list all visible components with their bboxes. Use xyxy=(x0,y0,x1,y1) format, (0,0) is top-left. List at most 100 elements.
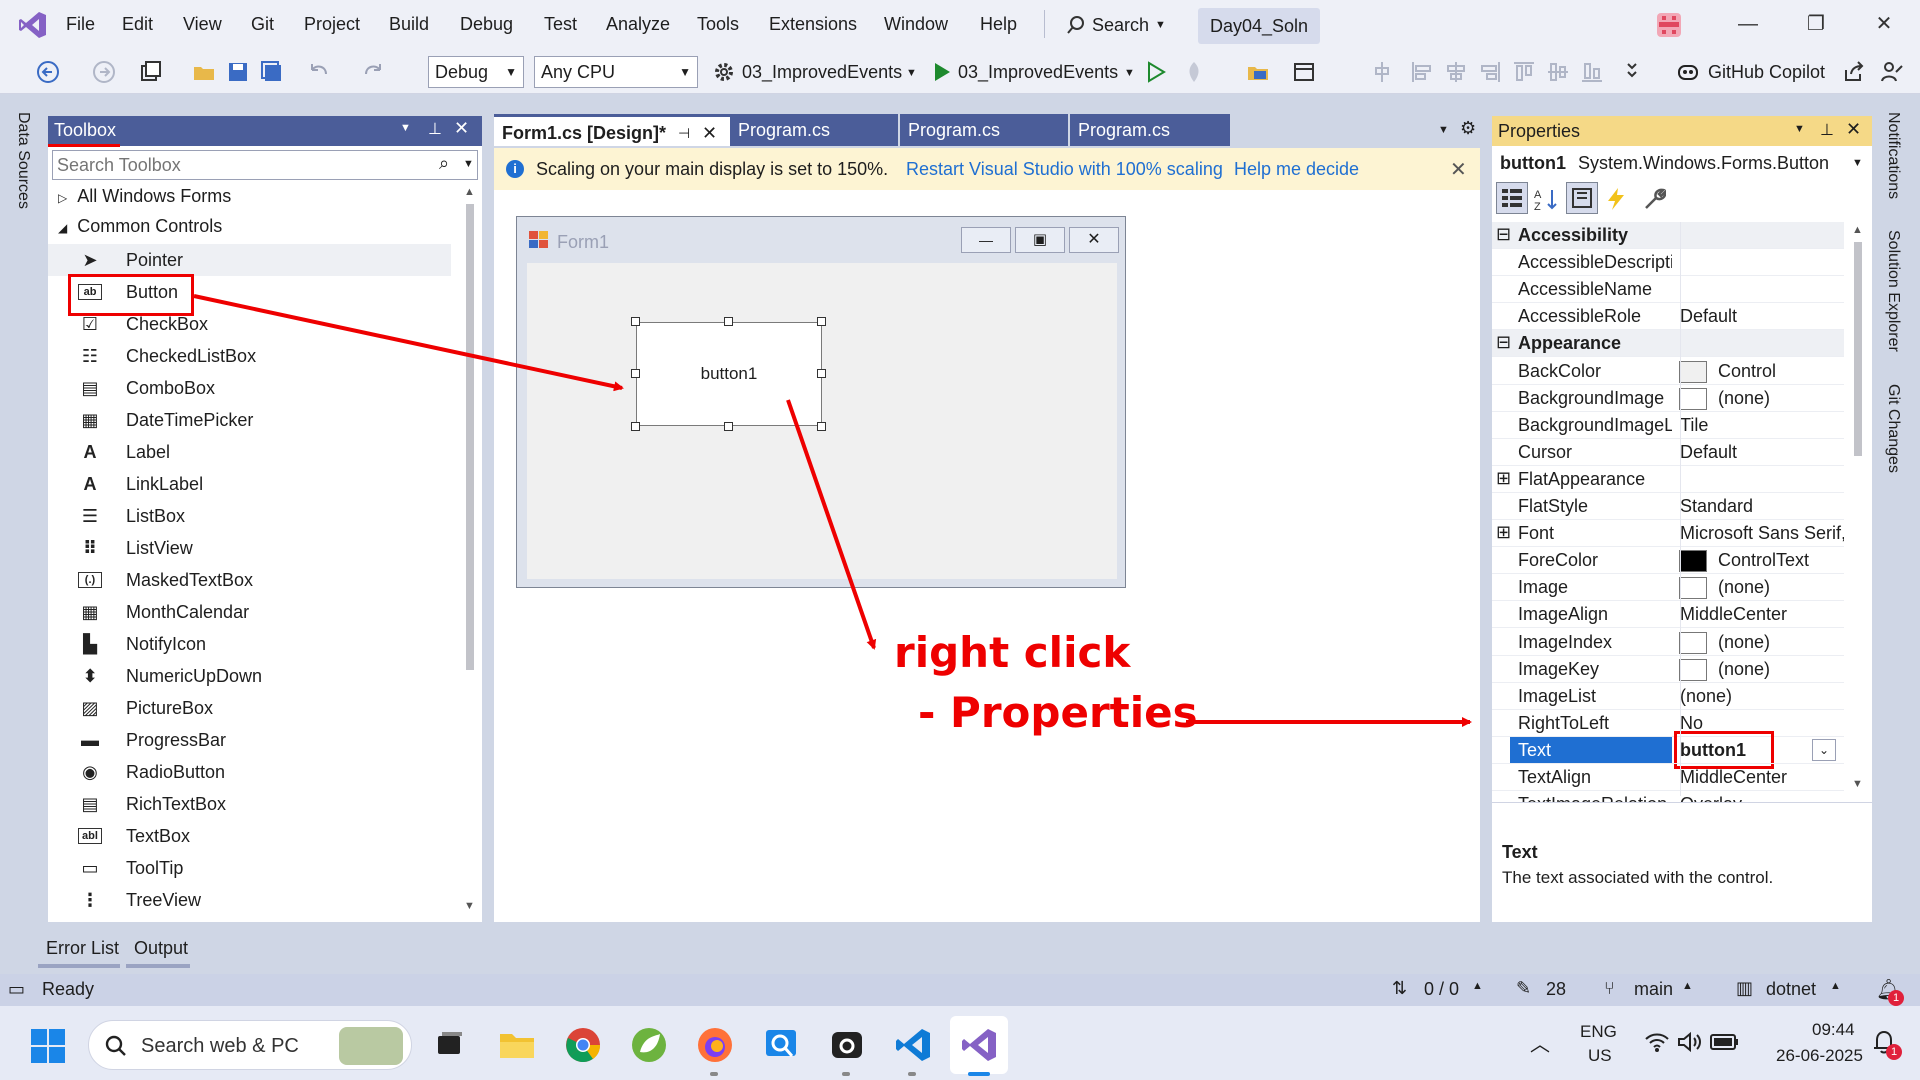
tab-list-chevron-icon[interactable]: ▼ xyxy=(1438,124,1449,136)
property-flatstyle[interactable]: FlatStyle Standard xyxy=(1492,493,1844,520)
scroll-down-icon[interactable]: ▼ xyxy=(1852,778,1863,790)
gear-icon[interactable] xyxy=(712,60,736,84)
scroll-down-icon[interactable]: ▼ xyxy=(464,900,475,912)
repo-name[interactable]: dotnet xyxy=(1766,979,1816,1000)
redo-icon[interactable] xyxy=(362,60,386,84)
notifications-tab[interactable]: Notifications xyxy=(1884,112,1902,199)
property-font[interactable]: ⊞ Font Microsoft Sans Serif, xyxy=(1492,520,1844,548)
snipping-tool-icon[interactable] xyxy=(828,1026,866,1064)
menu-git[interactable]: Git xyxy=(251,14,274,35)
events-lightning-icon[interactable] xyxy=(1604,186,1628,212)
chrome-icon[interactable] xyxy=(564,1026,602,1064)
form-minimize-icon[interactable]: — xyxy=(961,227,1011,253)
language-line1[interactable]: ENG xyxy=(1580,1022,1617,1042)
hot-reload-icon[interactable] xyxy=(1182,60,1206,84)
close-window-icon[interactable]: ✕ xyxy=(1864,8,1904,40)
back-icon[interactable] xyxy=(36,60,60,84)
property-backcolor[interactable]: BackColor Control xyxy=(1492,358,1844,385)
data-sources-tab[interactable]: Data Sources xyxy=(14,112,32,209)
clock-time[interactable]: 09:44 xyxy=(1812,1020,1855,1040)
property-accessibledescriptic[interactable]: AccessibleDescriptic xyxy=(1492,249,1844,277)
property-backgroundimagela[interactable]: BackgroundImageLa Tile xyxy=(1492,412,1844,439)
toolbox-item-linklabel[interactable]: A LinkLabel xyxy=(48,468,451,500)
minimize-icon[interactable]: — xyxy=(1728,8,1768,40)
toolbox-group-all-windows-forms[interactable]: ▷ All Windows Forms xyxy=(58,186,231,207)
value-dropdown-chevron-icon[interactable]: ⌄ xyxy=(1812,738,1836,761)
chevron-down-icon[interactable]: ▼ xyxy=(1124,67,1135,79)
align-top-icon[interactable] xyxy=(1512,60,1536,84)
panel-menu-chevron-icon[interactable]: ▼ xyxy=(1794,123,1805,135)
toolbox-scrollbar[interactable]: ▲ ▼ xyxy=(462,182,478,922)
volume-icon[interactable] xyxy=(1676,1030,1702,1054)
property-value[interactable]: Tile xyxy=(1680,415,1708,436)
show-hidden-icons-chevron[interactable]: ︿ xyxy=(1530,1028,1550,1057)
toolbox-item-pointer[interactable]: ➤ Pointer xyxy=(48,244,451,276)
resize-handle[interactable] xyxy=(631,317,640,326)
form-client-area[interactable] xyxy=(527,263,1117,579)
tab-program-cs[interactable]: Program.cs xyxy=(1070,114,1230,146)
toolbox-item-numericupdown[interactable]: ⬍ NumericUpDown xyxy=(48,660,451,692)
menu-analyze[interactable]: Analyze xyxy=(606,14,670,35)
output-tab[interactable]: Output xyxy=(134,938,188,959)
solution-name[interactable]: Day04_Soln xyxy=(1198,8,1320,44)
category-appearance[interactable]: ⊟ Appearance xyxy=(1492,330,1844,358)
scroll-thumb[interactable] xyxy=(466,204,474,670)
property-text[interactable]: ⌄ Text button1 xyxy=(1492,730,1844,769)
property-value[interactable]: button1 xyxy=(1680,740,1746,761)
toolbox-search-input[interactable] xyxy=(57,154,417,176)
menu-file[interactable]: File xyxy=(66,14,95,35)
toolbox-item-combobox[interactable]: ▤ ComboBox xyxy=(48,372,451,404)
property-value[interactable]: Default xyxy=(1680,306,1737,327)
startup-project[interactable]: 03_ImprovedEvents xyxy=(742,62,902,83)
branch-name[interactable]: main xyxy=(1634,979,1673,1000)
search-button[interactable]: Search ▼ xyxy=(1066,10,1166,40)
toolbox-item-datetimepicker[interactable]: ▦ DateTimePicker xyxy=(48,404,451,436)
share-icon[interactable] xyxy=(1842,60,1866,84)
solution-explorer-tab[interactable]: Solution Explorer xyxy=(1884,230,1902,352)
toolbox-item-label[interactable]: A Label xyxy=(48,436,451,468)
pin-icon[interactable]: ⊥ xyxy=(1820,120,1834,140)
property-value[interactable]: (none) xyxy=(1680,686,1732,707)
taskbar-search[interactable]: Search web & PC xyxy=(88,1020,412,1070)
align-right-icon[interactable] xyxy=(1478,60,1502,84)
scroll-thumb[interactable] xyxy=(1854,242,1862,456)
visual-studio-taskbar-icon[interactable] xyxy=(950,1016,1008,1074)
chevron-up-icon[interactable]: ▲ xyxy=(1472,980,1483,992)
platform-select[interactable]: Any CPU ▼ xyxy=(534,56,698,88)
alphabetical-sort-icon[interactable]: AZ xyxy=(1532,186,1560,212)
start-without-debug-icon[interactable] xyxy=(1144,60,1168,84)
tab-program-cs[interactable]: Program.cs xyxy=(900,114,1068,146)
git-changes-tab[interactable]: Git Changes xyxy=(1884,384,1902,473)
folder-view-icon[interactable] xyxy=(1246,60,1270,84)
pin-tab-icon[interactable]: ⊣ xyxy=(678,117,690,149)
menu-test[interactable]: Test xyxy=(544,14,577,35)
property-textimagerelation[interactable]: TextImageRelation Overlay xyxy=(1492,791,1844,802)
start-debug-icon[interactable] xyxy=(930,60,954,84)
close-icon[interactable]: ✕ xyxy=(1450,157,1467,182)
property-imagekey[interactable]: ImageKey (none) xyxy=(1492,656,1844,683)
property-accessiblerole[interactable]: AccessibleRole Default xyxy=(1492,303,1844,331)
property-value[interactable]: MiddleCenter xyxy=(1680,604,1787,625)
language-line2[interactable]: US xyxy=(1588,1046,1612,1066)
property-value[interactable]: ControlText xyxy=(1718,550,1809,571)
property-imageindex[interactable]: ImageIndex (none) xyxy=(1492,629,1844,656)
align-left-icon[interactable] xyxy=(1410,60,1434,84)
menu-project[interactable]: Project xyxy=(304,14,360,35)
menu-build[interactable]: Build xyxy=(389,14,429,35)
resize-handle[interactable] xyxy=(631,422,640,431)
magnifier-app-icon[interactable] xyxy=(762,1026,800,1064)
toolbox-item-checkedlistbox[interactable]: ☷ CheckedListBox xyxy=(48,340,451,372)
vscode-icon[interactable] xyxy=(894,1026,932,1064)
toolbox-item-listview[interactable]: ⠿ ListView xyxy=(48,532,451,564)
close-icon[interactable]: ✕ xyxy=(454,118,469,139)
property-backgroundimage[interactable]: BackgroundImage (none) xyxy=(1492,385,1844,412)
form-maximize-icon[interactable]: ▣ xyxy=(1015,227,1065,253)
expand-icon[interactable]: ⊞ xyxy=(1496,468,1511,489)
toolbar-overflow-icon[interactable] xyxy=(1620,60,1644,84)
toolbox-item-picturebox[interactable]: ▨ PictureBox xyxy=(48,692,451,724)
panel-menu-chevron-icon[interactable]: ▼ xyxy=(400,122,411,134)
align-tools-icon[interactable] xyxy=(1370,60,1394,84)
property-imagealign[interactable]: ImageAlign MiddleCenter xyxy=(1492,601,1844,629)
menu-debug[interactable]: Debug xyxy=(460,14,513,35)
resize-handle[interactable] xyxy=(724,317,733,326)
